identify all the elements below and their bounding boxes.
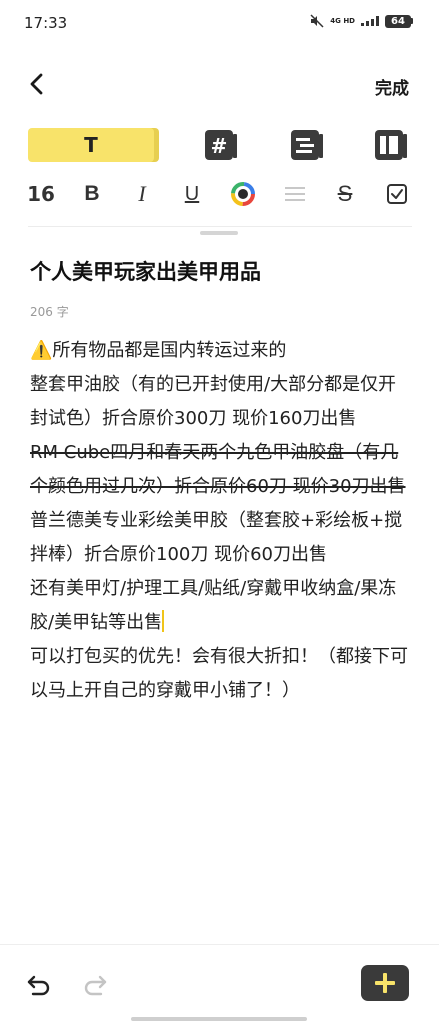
list-icon <box>285 187 305 201</box>
strikethrough-button[interactable]: S <box>332 178 358 210</box>
color-wheel-icon <box>231 182 255 206</box>
note-line: 整套甲油胶（有的已开封使用/大部分都是仅开封试色）折合原价300刀 现价160刀… <box>30 374 397 429</box>
checklist-button[interactable] <box>384 178 410 210</box>
note-line-with-cursor: 还有美甲灯/护理工具/贴纸/穿戴甲收纳盒/果冻胶/美甲钻等出售 <box>30 572 412 640</box>
note-title[interactable]: 个人美甲玩家出美甲用品 <box>30 256 261 286</box>
list-button[interactable] <box>282 178 308 210</box>
toolbar-divider <box>28 226 412 227</box>
home-indicator <box>131 1017 307 1021</box>
text-cursor <box>162 610 165 632</box>
nav-bar: 完成 <box>0 64 439 104</box>
status-time: 17:33 <box>24 14 68 32</box>
format-toolbar: 16 B I U S <box>0 178 439 210</box>
redo-icon[interactable] <box>80 970 110 1000</box>
font-size-button[interactable]: 16 <box>27 178 55 210</box>
battery-level: 64 <box>385 14 411 28</box>
paragraph-style-icon[interactable] <box>290 128 324 162</box>
heading-hash-icon[interactable]: # <box>204 128 238 162</box>
italic-button[interactable]: I <box>130 178 154 210</box>
plus-icon <box>375 973 395 993</box>
note-body[interactable]: ⚠️所有物品都是国内转运过来的 整套甲油胶（有的已开封使用/大部分都是仅开封试色… <box>30 334 412 708</box>
note-line: ⚠️所有物品都是国内转运过来的 <box>30 340 287 361</box>
text-color-button[interactable] <box>230 178 256 210</box>
checkbox-icon <box>387 184 407 204</box>
bold-button[interactable]: B <box>80 178 104 210</box>
note-line-text: 还有美甲灯/护理工具/贴纸/穿戴甲收纳盒/果冻胶/美甲钻等出售 <box>30 578 397 633</box>
bottom-divider <box>0 944 439 945</box>
note-line: 可以打包买的优先！会有很大折扣！（都接下可以马上开自己的穿戴甲小铺了！） <box>30 646 408 701</box>
column-layout-icon[interactable] <box>374 128 408 162</box>
note-line: 普兰德美专业彩绘美甲胶（整套胶+彩绘板+搅拌棒）折合原价100刀 现价60刀出售 <box>30 510 403 565</box>
underline-button[interactable]: U <box>180 178 204 210</box>
status-icons: 4G HD 64 <box>310 14 413 28</box>
paragraph-style-toolbar: T # <box>0 128 439 164</box>
back-icon[interactable] <box>24 70 52 98</box>
battery-icon: 64 <box>385 14 413 28</box>
note-line-strikethrough: RM Cube四月和春天两个九色甲油胶盘（有几个颜色用过几次）折合原价60刀 现… <box>30 442 406 497</box>
status-bar: 17:33 4G HD 64 <box>0 0 439 48</box>
add-button[interactable] <box>361 965 409 1001</box>
network-indicator: 4G HD <box>330 16 355 25</box>
drag-handle[interactable] <box>200 231 238 235</box>
signal-icon <box>361 16 379 26</box>
mute-icon <box>310 14 324 28</box>
char-count: 206 字 <box>30 305 69 319</box>
done-button[interactable]: 完成 <box>375 74 409 99</box>
svg-text:#: # <box>211 134 228 158</box>
undo-icon[interactable] <box>24 970 54 1000</box>
text-style-button[interactable]: T <box>28 128 154 162</box>
